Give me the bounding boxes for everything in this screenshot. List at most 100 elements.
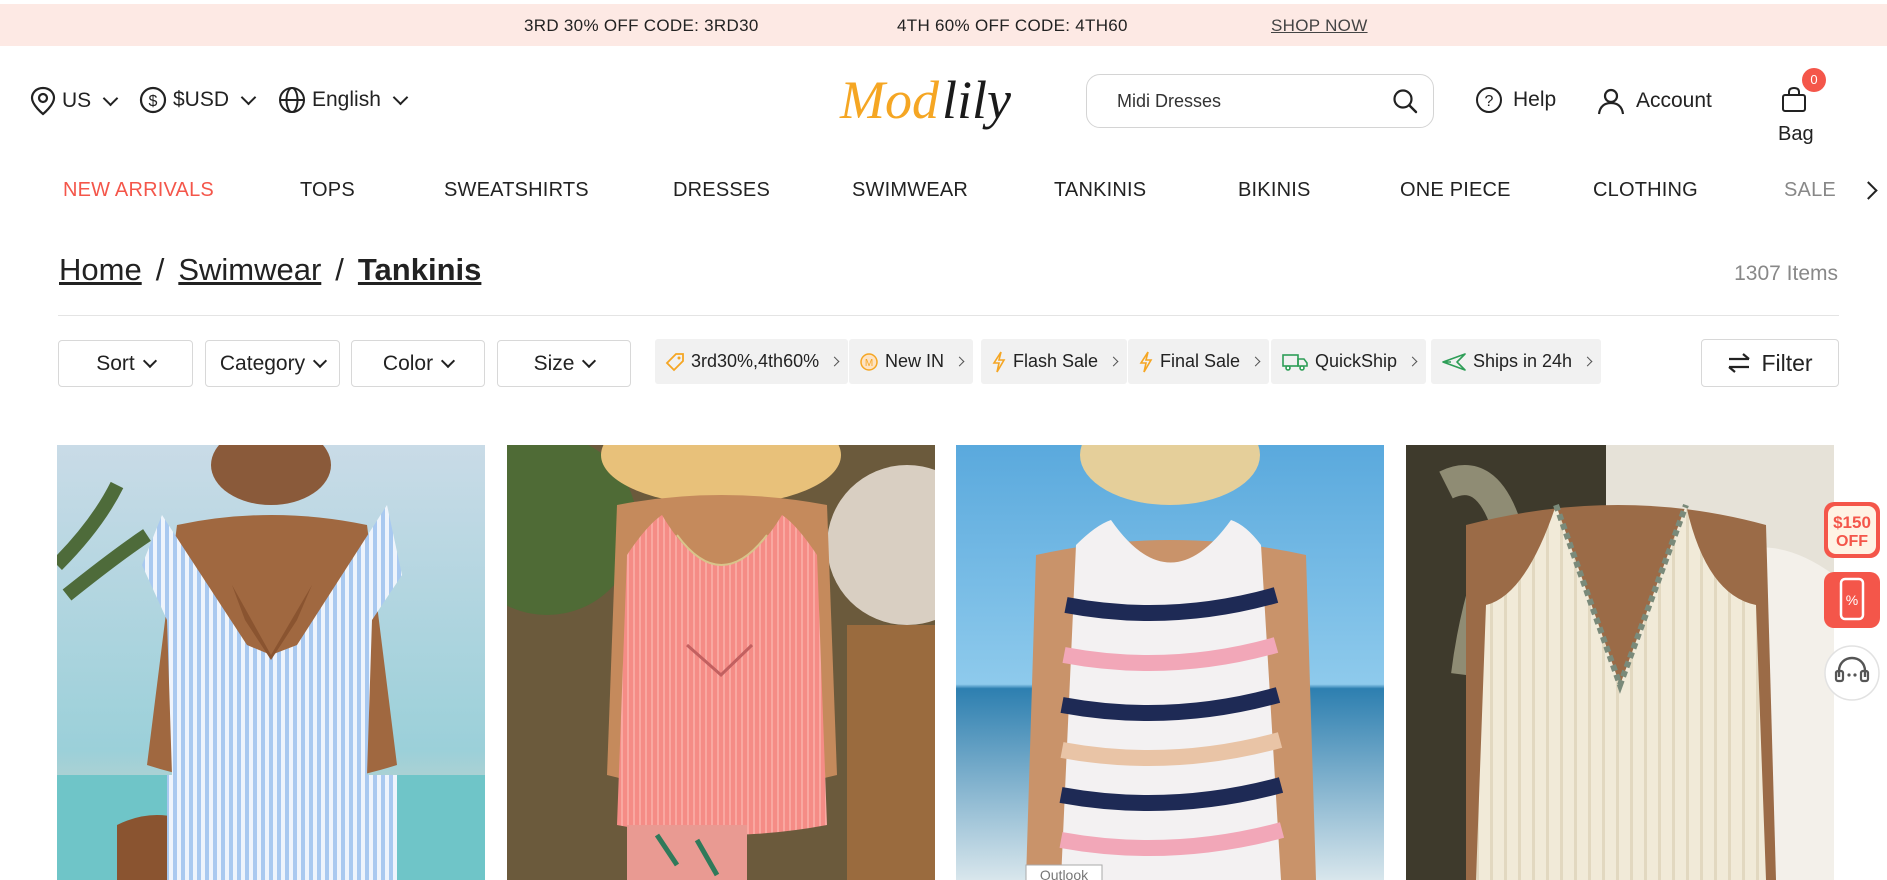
svg-text:%: %: [1846, 592, 1858, 608]
product-card[interactable]: Outlook: [956, 445, 1384, 880]
chevron-right-icon[interactable]: [1859, 181, 1878, 200]
shop-now-link[interactable]: SHOP NOW: [1271, 16, 1368, 36]
breadcrumb-home[interactable]: Home: [59, 252, 142, 287]
svg-text:OFF: OFF: [1836, 533, 1868, 550]
user-icon: [1597, 88, 1625, 115]
chevron-right-icon: [1582, 356, 1593, 367]
promo-offer-1: 3RD 30% OFF CODE: 3RD30: [524, 16, 759, 35]
breadcrumb-current[interactable]: Tankinis: [358, 252, 481, 287]
customer-service-button[interactable]: [1822, 643, 1882, 703]
shopping-bag-icon: [1782, 86, 1806, 112]
nav-new-arrivals[interactable]: NEW ARRIVALS: [63, 179, 214, 202]
sort-dropdown[interactable]: Sort: [58, 340, 193, 387]
region-selector[interactable]: US: [30, 86, 119, 116]
account-link[interactable]: Account: [1596, 86, 1712, 116]
chevron-right-icon: [1407, 356, 1418, 367]
product-card[interactable]: [507, 445, 935, 880]
svg-text:$: $: [149, 93, 158, 110]
sliders-icon: [1728, 353, 1751, 373]
product-image: [57, 445, 485, 880]
nav-tankinis[interactable]: TANKINIS: [1054, 179, 1146, 202]
nav-sweatshirts[interactable]: SWEATSHIRTS: [444, 179, 589, 202]
chip-quickship[interactable]: QuickShip: [1271, 339, 1427, 384]
bag-label: Bag: [1778, 123, 1814, 145]
size-dropdown[interactable]: Size: [497, 340, 631, 387]
color-dropdown[interactable]: Color: [351, 340, 485, 387]
nav-sale[interactable]: SALE: [1784, 179, 1836, 202]
app-download-button[interactable]: %: [1822, 570, 1882, 630]
chip-flash-sale[interactable]: Flash Sale: [981, 339, 1128, 384]
site-header: US $ $USD English Mod lily ? Help Accoun…: [0, 46, 1887, 156]
product-card[interactable]: [57, 445, 485, 880]
nav-one-piece[interactable]: ONE PIECE: [1400, 179, 1511, 202]
currency-selector[interactable]: $ $USD: [139, 86, 257, 114]
new-in-icon: M: [860, 352, 878, 371]
globe-icon: [279, 87, 305, 113]
product-tag: Outlook: [1040, 867, 1089, 880]
filter-button-label: Filter: [1761, 349, 1813, 376]
chip-ships-in-24h-label: Ships in 24h: [1473, 351, 1573, 371]
chevron-right-icon: [1250, 356, 1261, 367]
modlily-logo[interactable]: Mod lily: [838, 66, 1058, 146]
divider: [58, 315, 1839, 316]
product-card[interactable]: [1406, 445, 1834, 880]
help-label: Help: [1513, 88, 1557, 111]
tag-icon: [665, 352, 684, 371]
help-link[interactable]: ? Help: [1475, 86, 1556, 114]
chip-quickship-label: QuickShip: [1315, 351, 1398, 371]
chip-ships-in-24h[interactable]: Ships in 24h: [1431, 339, 1602, 384]
chevron-right-icon: [954, 356, 965, 367]
lightning-icon: [992, 351, 1006, 372]
promo-offer-2: 4TH 60% OFF CODE: 4TH60: [897, 16, 1128, 35]
nav-dresses[interactable]: DRESSES: [673, 179, 770, 202]
bag-button[interactable]: 0 Bag: [1776, 68, 1826, 145]
coupon-float-button[interactable]: $150 OFF: [1822, 500, 1882, 560]
help-icon: ?: [1476, 87, 1502, 113]
search-input[interactable]: [1117, 89, 1377, 113]
chip-new-in[interactable]: M New IN: [849, 339, 974, 384]
nav-bikinis[interactable]: BIKINIS: [1238, 179, 1311, 202]
chevron-right-icon: [1108, 356, 1119, 367]
svg-text:lily: lily: [942, 70, 1011, 130]
filter-button[interactable]: Filter: [1701, 339, 1839, 387]
breadcrumb-separator: /: [155, 252, 165, 287]
chevron-down-icon: [313, 353, 328, 368]
bag-count-badge: 0: [1802, 68, 1826, 92]
product-image: [1406, 445, 1834, 880]
chevron-down-icon: [392, 89, 409, 105]
dollar-icon: $: [139, 86, 167, 114]
category-dropdown[interactable]: Category: [205, 340, 340, 387]
region-label: US: [62, 89, 92, 112]
lightning-icon: [1139, 351, 1153, 372]
chevron-down-icon: [582, 353, 597, 368]
promo-bar: 3RD 30% OFF CODE: 3RD30 4TH 60% OFF CODE…: [0, 4, 1887, 46]
category-nav: NEW ARRIVALS TOPS SWEATSHIRTS DRESSES SW…: [0, 170, 1887, 210]
chevron-down-icon: [441, 353, 456, 368]
breadcrumb-separator: /: [335, 252, 344, 287]
svg-text:$150: $150: [1833, 513, 1871, 532]
svg-text:M: M: [865, 358, 873, 369]
breadcrumb-swimwear[interactable]: Swimwear: [178, 252, 321, 287]
nav-clothing[interactable]: CLOTHING: [1593, 179, 1698, 202]
search-icon[interactable]: [1391, 87, 1419, 115]
nav-swimwear[interactable]: SWIMWEAR: [852, 179, 968, 202]
language-selector[interactable]: English: [278, 86, 409, 114]
chevron-down-icon: [240, 89, 257, 105]
color-label: Color: [382, 351, 434, 375]
chip-final-sale[interactable]: Final Sale: [1128, 339, 1270, 384]
phone-icon: %: [1824, 572, 1880, 628]
svg-text:?: ?: [1485, 93, 1494, 110]
breadcrumb: Home / Swimwear / Tankinis: [59, 252, 481, 288]
product-image: Outlook: [956, 445, 1384, 880]
chip-final-sale-label: Final Sale: [1160, 351, 1241, 371]
nav-tops[interactable]: TOPS: [300, 179, 355, 202]
chip-promo[interactable]: 3rd30%,4th60%: [655, 339, 849, 384]
product-image: [507, 445, 935, 880]
headset-icon: [1824, 645, 1880, 701]
chevron-down-icon: [102, 90, 119, 106]
size-label: Size: [533, 351, 575, 375]
chevron-right-icon: [829, 356, 840, 367]
coupon-icon: $150 OFF: [1824, 502, 1880, 558]
chip-new-in-label: New IN: [885, 351, 945, 371]
chip-flash-sale-label: Flash Sale: [1013, 351, 1099, 371]
